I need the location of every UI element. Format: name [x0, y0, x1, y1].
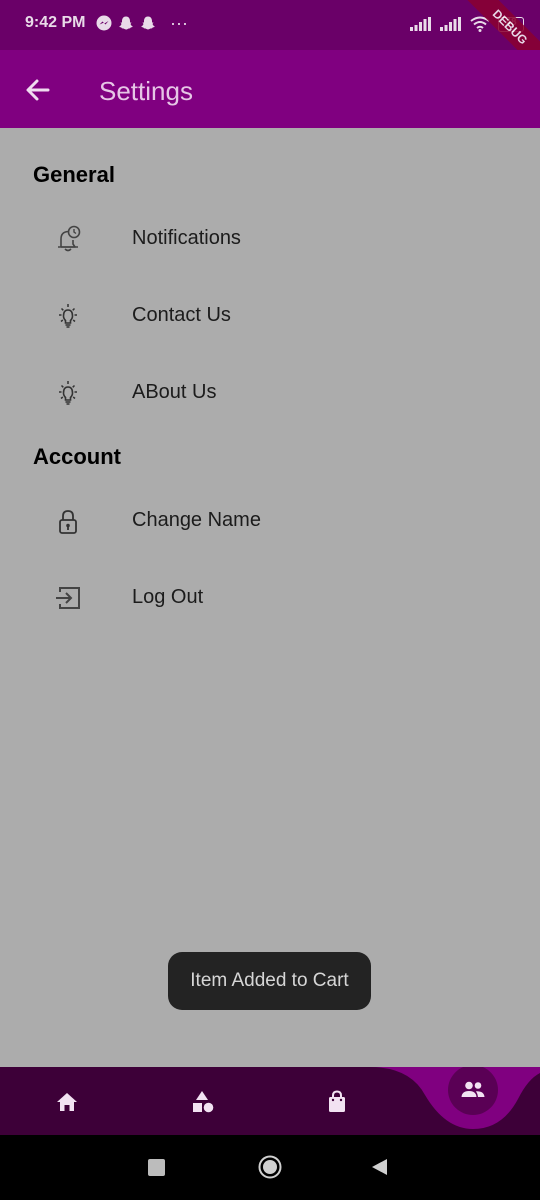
logout-icon [56, 587, 80, 609]
bell-clock-icon [58, 225, 81, 252]
settings-item-about-us[interactable]: ABout Us [0, 363, 540, 423]
settings-item-change-name[interactable]: Change Name [0, 491, 540, 551]
settings-item-label: Change Name [132, 509, 261, 531]
settings-item-label: Log Out [132, 586, 204, 608]
more-dots-icon: ··· [170, 13, 188, 33]
bottom-navigation [0, 1067, 540, 1135]
nav-people-fab[interactable] [448, 1067, 498, 1115]
back-triangle-icon[interactable] [370, 1158, 388, 1176]
system-navigation-bar [0, 1135, 540, 1200]
arrow-left-icon [26, 79, 50, 101]
settings-item-log-out[interactable]: Log Out [0, 568, 540, 628]
settings-item-label: ABout Us [132, 381, 217, 403]
home-icon [57, 1093, 77, 1111]
status-time: 9:42 PM [25, 14, 86, 31]
signal-icon [410, 17, 431, 31]
nav-home[interactable] [52, 1087, 82, 1117]
page-title: Settings [99, 76, 193, 106]
status-bar: 9:42 PM ··· 48 [0, 0, 540, 78]
lightbulb-icon [59, 381, 77, 405]
recents-square-icon[interactable] [148, 1159, 165, 1176]
snapchat-icon [119, 16, 133, 30]
home-circle-icon[interactable] [258, 1155, 282, 1179]
people-icon [461, 1081, 485, 1097]
section-title-general: General [33, 162, 115, 187]
settings-item-notifications[interactable]: Notifications [0, 209, 540, 269]
signal-icon [440, 17, 461, 31]
app-bar: Settings [0, 50, 540, 128]
notification-icons: ··· [96, 14, 188, 32]
lock-icon [59, 510, 77, 534]
messenger-icon [96, 15, 112, 31]
back-button[interactable] [20, 72, 56, 108]
lightbulb-icon [59, 304, 77, 328]
settings-item-label: Contact Us [132, 304, 231, 326]
section-title-account: Account [33, 444, 121, 469]
settings-item-contact-us[interactable]: Contact Us [0, 286, 540, 346]
nav-cart[interactable] [322, 1087, 352, 1117]
toast-message: Item Added to Cart [168, 952, 371, 1010]
categories-icon [193, 1091, 214, 1113]
settings-item-label: Notifications [132, 227, 241, 249]
snapchat-icon [141, 16, 155, 30]
shopping-bag-icon [329, 1090, 345, 1112]
nav-categories[interactable] [188, 1087, 218, 1117]
